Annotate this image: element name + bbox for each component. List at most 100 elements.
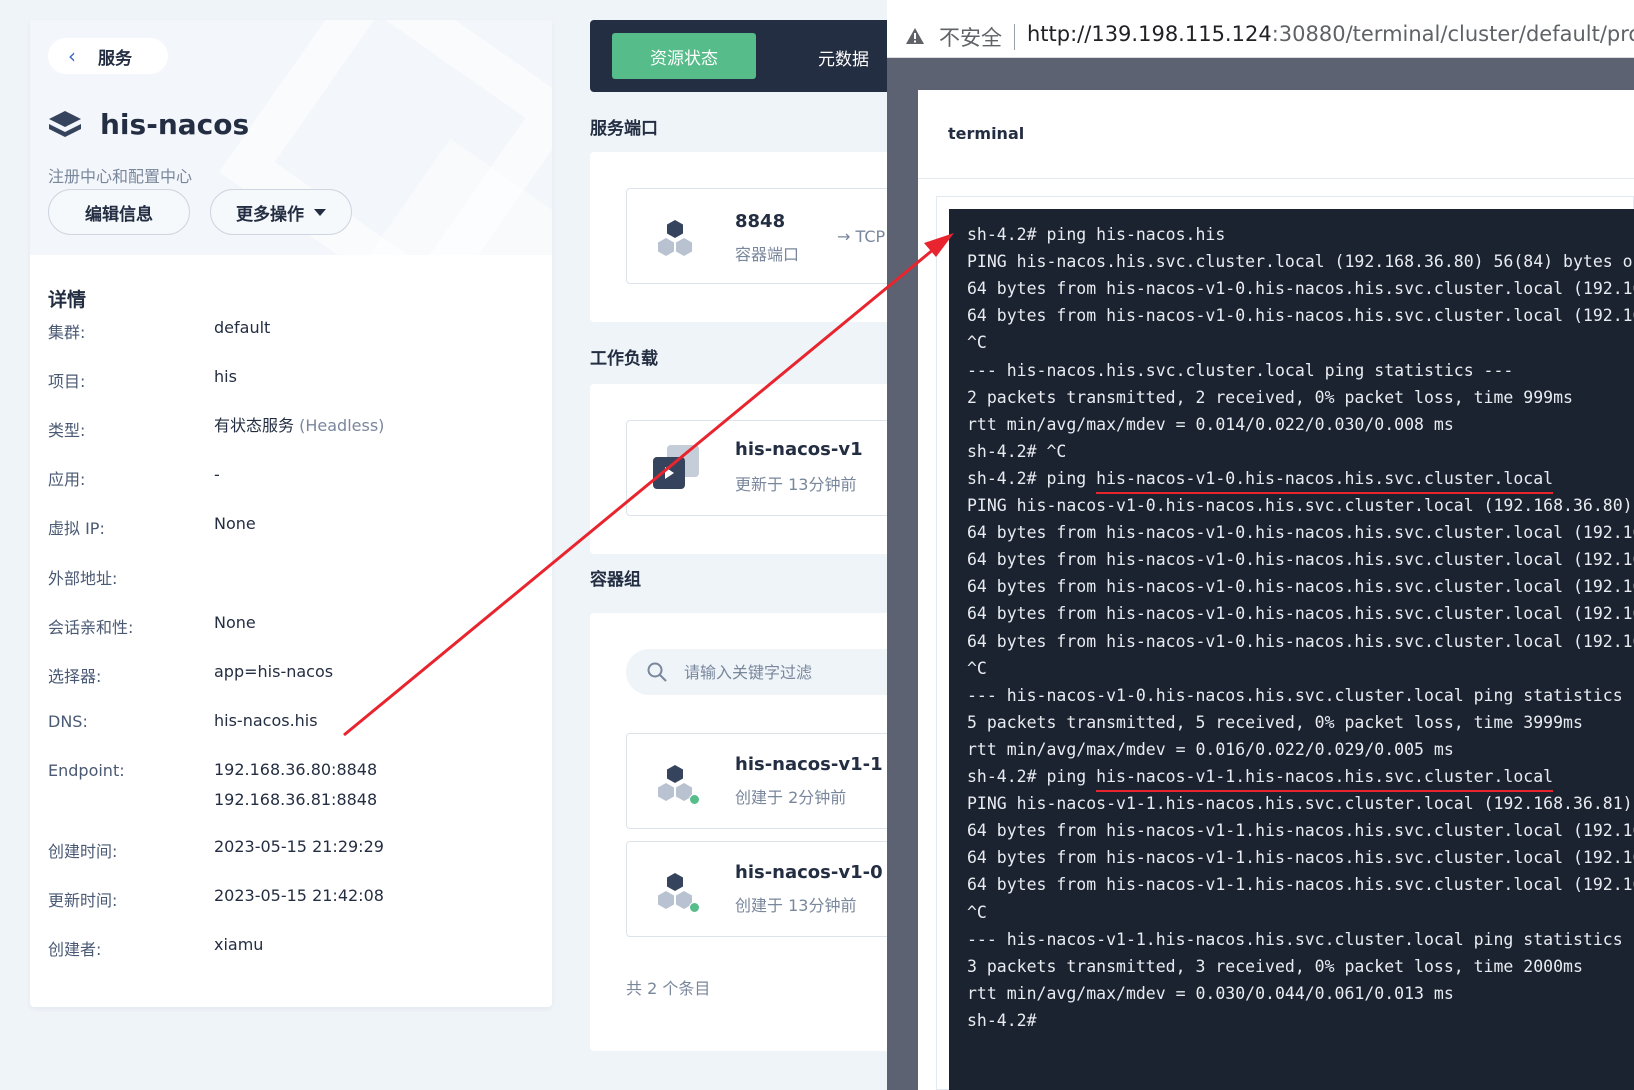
detail-value: None	[214, 613, 256, 632]
cubes-icon	[658, 220, 692, 256]
port-number: 8848	[735, 211, 786, 232]
edit-info-button[interactable]: 编辑信息	[48, 189, 190, 235]
hostname-underline	[1096, 790, 1553, 792]
service-detail-panel: ‹ 服务 his-nacos 注册中心和配置中心 编辑信息 更多操作 详情 集群…	[30, 20, 552, 1007]
tab-metadata[interactable]: 元数据	[818, 45, 869, 70]
ports-section-title: 服务端口	[590, 119, 658, 139]
pods-card: his-nacos-v1-1 创建于 2分钟前 his-nacos-v1-0 创…	[590, 613, 916, 1051]
terminal-line: ^C	[967, 658, 987, 678]
detail-key: 外部地址:	[48, 569, 118, 588]
terminal-line: 64 bytes from his-nacos-v1-1.his-nacos.h…	[967, 875, 1634, 895]
detail-value: his-nacos.his	[214, 711, 318, 730]
terminal-line: 2 packets transmitted, 2 received, 0% pa…	[967, 387, 1573, 407]
workload-icon	[653, 445, 699, 489]
workload-name: his-nacos-v1	[735, 439, 863, 460]
warning-icon	[906, 28, 924, 44]
terminal-line: --- his-nacos.his.svc.cluster.local ping…	[967, 360, 1514, 380]
terminal-line: 64 bytes from his-nacos-v1-0.his-nacos.h…	[967, 523, 1634, 543]
back-label: 服务	[98, 48, 132, 69]
terminal-line: 64 bytes from his-nacos-v1-0.his-nacos.h…	[967, 279, 1634, 299]
terminal-browser-window: 不安全 http://139.198.115.124:30880/termina…	[887, 0, 1634, 1090]
pods-section-title: 容器组	[590, 570, 641, 590]
detail-key: 项目:	[48, 372, 86, 391]
detail-key: 类型:	[48, 421, 86, 440]
total-count: 共 2 个条目	[626, 979, 711, 998]
detail-value: app=his-nacos	[214, 662, 334, 681]
terminal-line: sh-4.2# ^C	[967, 441, 1067, 461]
terminal-line: 64 bytes from his-nacos-v1-1.his-nacos.h…	[967, 821, 1634, 841]
insecure-label: 不安全	[939, 26, 1002, 50]
terminal-line: 64 bytes from his-nacos-v1-0.his-nacos.h…	[967, 604, 1634, 624]
hostname-underline	[1096, 491, 1553, 494]
terminal-line: 64 bytes from his-nacos-v1-0.his-nacos.h…	[967, 631, 1634, 651]
terminal-screen[interactable]: sh-4.2# ping his-nacos.his PING his-nacos…	[949, 209, 1634, 1090]
detail-value: 192.168.36.80:8848	[214, 760, 378, 779]
tab-bar: 资源状态 元数据	[590, 20, 900, 92]
terminal-frame: sh-4.2# ping his-nacos.his PING his-nacos…	[936, 196, 1634, 1090]
terminal-line: 64 bytes from his-nacos-v1-1.his-nacos.h…	[967, 848, 1634, 868]
detail-header: ‹ 服务 his-nacos 注册中心和配置中心 编辑信息 更多操作	[30, 20, 552, 362]
url-host: http://139.198.115.124	[1027, 22, 1272, 46]
pod-item[interactable]: his-nacos-v1-1 创建于 2分钟前	[626, 733, 916, 829]
terminal-line: 3 packets transmitted, 3 received, 0% pa…	[967, 956, 1583, 976]
terminal-divider	[918, 178, 1634, 179]
pod-search[interactable]	[626, 649, 916, 695]
terminal-title: terminal	[948, 124, 1025, 143]
terminal-line: --- his-nacos-v1-0.his-nacos.his.svc.clu…	[967, 685, 1634, 705]
tab-resource-status[interactable]: 资源状态	[612, 33, 756, 79]
caret-down-icon	[314, 208, 326, 216]
more-actions-label: 更多操作	[236, 204, 304, 225]
more-actions-button[interactable]: 更多操作	[210, 189, 352, 235]
detail-key: 创建时间:	[48, 842, 118, 861]
edit-info-label: 编辑信息	[85, 204, 153, 225]
terminal-line: sh-4.2# ping his-nacos-v1-1.his-nacos.hi…	[967, 767, 1554, 786]
terminal-line: sh-4.2# ping his-nacos.his	[967, 225, 1226, 244]
workload-updated: 更新于 13分钟前	[735, 475, 857, 494]
terminal-line: ^C	[967, 902, 987, 922]
detail-value: 2023-05-15 21:42:08	[214, 886, 384, 905]
port-label: 容器端口	[735, 245, 800, 264]
type-extra: (Headless)	[299, 416, 385, 435]
detail-key: 应用:	[48, 470, 86, 489]
pod-item[interactable]: his-nacos-v1-0 创建于 13分钟前	[626, 841, 916, 937]
url-text: http://139.198.115.124:30880/terminal/cl…	[1027, 22, 1634, 46]
url-path: :30880/terminal/cluster/default/proje	[1271, 22, 1634, 46]
detail-key: 集群:	[48, 323, 86, 342]
pod-name: his-nacos-v1-1	[735, 754, 883, 775]
terminal-line: PING his-nacos.his.svc.cluster.local (19…	[967, 252, 1634, 272]
detail-key: DNS:	[48, 712, 88, 731]
detail-key: 选择器:	[48, 667, 102, 686]
terminal-line: rtt min/avg/max/mdev = 0.014/0.022/0.030…	[967, 414, 1454, 434]
service-name: his-nacos	[100, 108, 250, 141]
address-separator	[1014, 24, 1015, 50]
details-heading: 详情	[48, 289, 87, 311]
terminal-line: ^C	[967, 333, 987, 353]
detail-key: 会话亲和性:	[48, 618, 134, 637]
terminal-card: terminal sh-4.2# ping his-nacos.his PING …	[918, 90, 1634, 1090]
pod-created: 创建于 13分钟前	[735, 896, 857, 915]
detail-value: -	[214, 465, 220, 484]
workload-item[interactable]: his-nacos-v1 更新于 13分钟前	[626, 420, 916, 516]
terminal-line: 64 bytes from his-nacos-v1-0.his-nacos.h…	[967, 550, 1634, 570]
terminal-line: PING his-nacos-v1-0.his-nacos.his.svc.cl…	[967, 496, 1634, 515]
pod-name: his-nacos-v1-0	[735, 862, 883, 883]
chevron-left-icon: ‹	[68, 44, 76, 68]
terminal-line: 64 bytes from his-nacos-v1-0.his-nacos.h…	[967, 577, 1634, 597]
detail-value: xiamu	[214, 935, 264, 954]
running-status-dot	[689, 794, 700, 805]
terminal-line: sh-4.2#	[967, 1010, 1037, 1030]
port-protocol: → TCP	[837, 227, 886, 246]
detail-key: 创建者:	[48, 940, 102, 959]
terminal-line: sh-4.2# ping his-nacos-v1-0.his-nacos.hi…	[967, 468, 1554, 488]
terminal-line: rtt min/avg/max/mdev = 0.030/0.044/0.061…	[967, 983, 1454, 1003]
type-value: 有状态服务	[214, 416, 295, 435]
terminal-line: 5 packets transmitted, 5 received, 0% pa…	[967, 712, 1583, 732]
detail-value: his	[214, 367, 237, 386]
detail-value: default	[214, 318, 271, 337]
pod-created: 创建于 2分钟前	[735, 788, 847, 807]
back-button[interactable]: ‹ 服务	[48, 38, 168, 74]
address-bar[interactable]: 不安全 http://139.198.115.124:30880/termina…	[887, 0, 1634, 58]
workload-section-title: 工作负载	[590, 349, 658, 369]
search-input[interactable]	[684, 659, 904, 685]
search-icon	[647, 662, 667, 682]
